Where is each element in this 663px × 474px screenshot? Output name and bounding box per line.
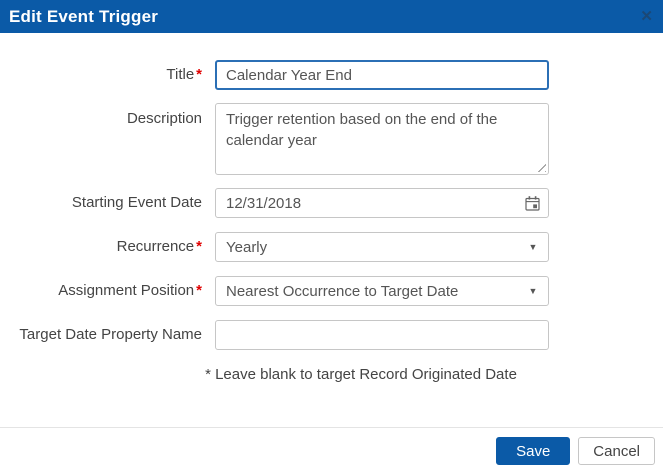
calendar-button[interactable]	[516, 189, 548, 217]
dialog-titlebar: Edit Event Trigger ✕	[0, 0, 663, 33]
recurrence-selected-value: Yearly	[216, 239, 518, 256]
recurrence-dropdown[interactable]: Yearly ▼	[215, 232, 549, 262]
target-date-note: * Leave blank to target Record Originate…	[0, 366, 663, 383]
edit-event-trigger-dialog: Edit Event Trigger ✕ Title* Description …	[0, 0, 663, 474]
field-row-recurrence: Recurrence* Yearly ▼	[0, 232, 663, 262]
description-control: Trigger retention based on the end of th…	[215, 103, 549, 175]
target-date-property-name-control	[215, 320, 549, 350]
dropdown-arrow-icon[interactable]: ▼	[518, 286, 548, 296]
description-label: Description	[0, 103, 215, 129]
field-row-assignment-position: Assignment Position* Nearest Occurrence …	[0, 276, 663, 306]
required-asterisk: *	[196, 238, 202, 255]
dropdown-arrow-icon[interactable]: ▼	[518, 242, 548, 252]
assignment-position-label-text: Assignment Position	[58, 282, 194, 299]
target-date-property-name-label: Target Date Property Name	[0, 325, 215, 345]
field-row-starting-event-date: Starting Event Date 12/31/2018	[0, 188, 663, 218]
starting-event-date-label: Starting Event Date	[0, 193, 215, 213]
recurrence-control: Yearly ▼	[215, 232, 549, 262]
assignment-position-selected-value: Nearest Occurrence to Target Date	[216, 283, 518, 300]
title-label: Title*	[0, 65, 215, 85]
starting-event-date-control: 12/31/2018	[215, 188, 549, 218]
field-row-title: Title*	[0, 60, 663, 90]
cancel-button[interactable]: Cancel	[578, 437, 655, 465]
target-date-property-name-label-text: Target Date Property Name	[19, 326, 202, 343]
title-input[interactable]	[215, 60, 549, 90]
recurrence-label: Recurrence*	[0, 237, 215, 257]
close-icon[interactable]: ✕	[640, 9, 653, 24]
description-label-text: Description	[127, 110, 202, 127]
dialog-body: Title* Description Trigger retention bas…	[0, 33, 663, 427]
title-label-text: Title	[166, 66, 194, 83]
save-button[interactable]: Save	[496, 437, 570, 465]
assignment-position-label: Assignment Position*	[0, 281, 215, 301]
field-row-description: Description Trigger retention based on t…	[0, 103, 663, 175]
field-row-target-date-property-name: Target Date Property Name	[0, 320, 663, 350]
date-input[interactable]: 12/31/2018	[216, 195, 516, 212]
dialog-title: Edit Event Trigger	[9, 7, 158, 27]
assignment-position-control: Nearest Occurrence to Target Date ▼	[215, 276, 549, 306]
target-date-property-name-input[interactable]	[215, 320, 549, 350]
assignment-position-dropdown[interactable]: Nearest Occurrence to Target Date ▼	[215, 276, 549, 306]
description-textarea[interactable]: Trigger retention based on the end of th…	[215, 103, 549, 175]
recurrence-label-text: Recurrence	[117, 238, 195, 255]
date-picker: 12/31/2018	[215, 188, 549, 218]
title-control	[215, 60, 549, 90]
dialog-footer: Save Cancel	[0, 427, 663, 474]
starting-event-date-label-text: Starting Event Date	[72, 194, 202, 211]
calendar-icon	[524, 195, 541, 212]
required-asterisk: *	[196, 66, 202, 83]
required-asterisk: *	[196, 282, 202, 299]
